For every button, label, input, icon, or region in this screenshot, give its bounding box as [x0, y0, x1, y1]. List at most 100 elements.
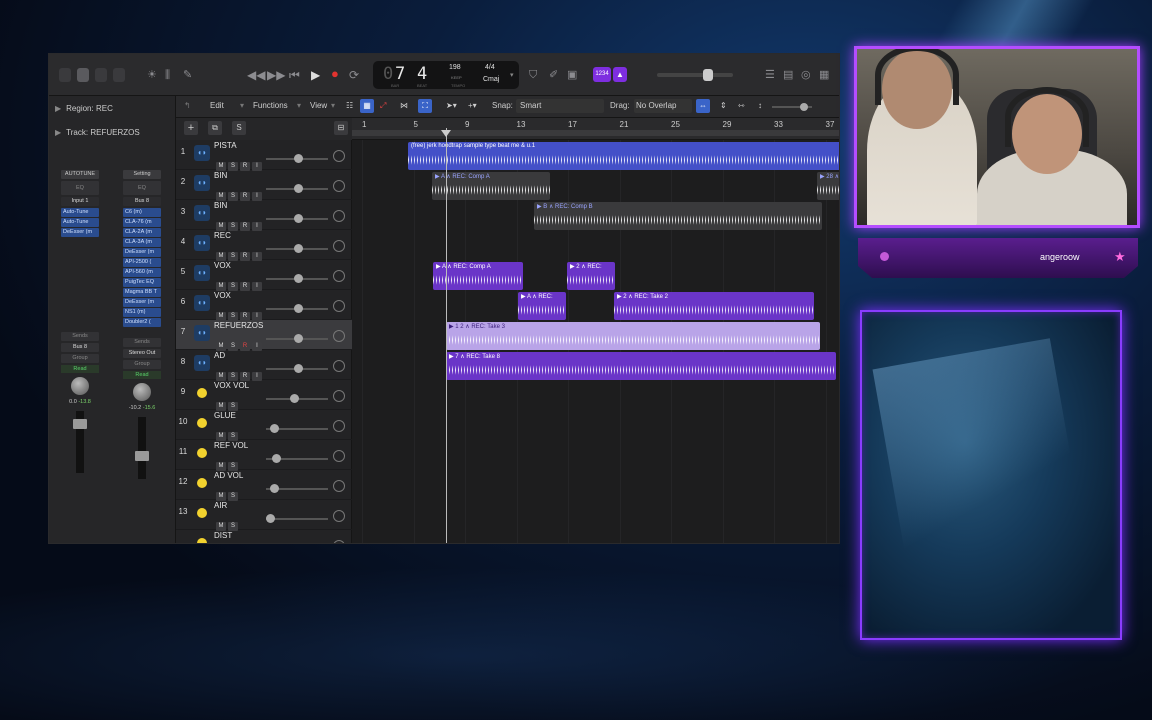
- track-name[interactable]: REC: [214, 231, 231, 240]
- track-volume-slider[interactable]: [266, 154, 328, 163]
- volume-slider-knob[interactable]: [294, 304, 303, 313]
- plugin-slot[interactable]: Auto-Tune: [61, 208, 99, 217]
- library-icon[interactable]: [59, 68, 71, 82]
- region-inspector-row[interactable]: ▶ Region: REC: [55, 104, 113, 113]
- strip-setting[interactable]: AUTOTUNE: [61, 170, 99, 179]
- audio-region[interactable]: ▶ 2 ∧ REC: Take 2: [614, 292, 814, 320]
- smart-controls-icon[interactable]: ☀: [147, 68, 157, 82]
- functions-menu[interactable]: Functions: [253, 101, 288, 110]
- strip-group[interactable]: Group: [123, 360, 161, 369]
- master-volume-knob[interactable]: [703, 69, 713, 81]
- track-volume-slider[interactable]: [266, 394, 328, 403]
- pan-knob[interactable]: [333, 300, 345, 312]
- track-volume-slider[interactable]: [266, 214, 328, 223]
- audio-region[interactable]: ▶ A ∧ REC:: [518, 292, 566, 320]
- track-name[interactable]: DIST: [214, 531, 232, 540]
- track-name[interactable]: REFUERZOS: [214, 321, 263, 330]
- plugin-slot[interactable]: CLA-76 (m: [123, 218, 161, 227]
- strip-group[interactable]: Group: [61, 354, 99, 363]
- track-name[interactable]: VOX: [214, 261, 231, 270]
- track-row[interactable]: 2 ◖◗ BIN M S R I: [176, 170, 352, 201]
- inspector-toggle-icon[interactable]: [77, 68, 89, 82]
- cycle-area[interactable]: [352, 130, 839, 136]
- master-volume-slider[interactable]: [657, 69, 733, 81]
- track-volume-slider[interactable]: [266, 454, 328, 463]
- audio-region[interactable]: ▶ A ∧ REC: Comp A: [432, 172, 550, 200]
- volume-slider-knob[interactable]: [294, 214, 303, 223]
- volume-slider-knob[interactable]: [294, 154, 303, 163]
- volume-slider-knob[interactable]: [270, 484, 279, 493]
- grid-view-icon[interactable]: ▦: [360, 99, 374, 113]
- catch-icon[interactable]: ☷: [346, 101, 353, 110]
- volume-fader[interactable]: [73, 411, 87, 473]
- play-icon[interactable]: ▶: [311, 68, 320, 82]
- horizontal-zoom-icon[interactable]: ⇿: [738, 101, 745, 110]
- pan-knob[interactable]: [71, 377, 89, 395]
- pan-knob[interactable]: [333, 270, 345, 282]
- strip-sends[interactable]: Sends: [61, 332, 99, 341]
- playhead-handle-icon[interactable]: [441, 130, 451, 137]
- strip-sends[interactable]: Sends: [123, 338, 161, 347]
- volume-slider-knob[interactable]: [272, 454, 281, 463]
- track-name[interactable]: AIR: [214, 501, 227, 510]
- track-row[interactable]: 1 ◖◗ PISTA M S R I: [176, 140, 352, 171]
- track-name[interactable]: BIN: [214, 201, 227, 210]
- zoom-arrows-icon[interactable]: ↕: [758, 101, 762, 110]
- volume-slider-knob[interactable]: [294, 184, 303, 193]
- timeline-ruler[interactable]: 1 5 9 13 17 21 25 29 33 37: [352, 118, 839, 140]
- mixer-icon[interactable]: ⫼: [165, 68, 170, 82]
- audio-region[interactable]: ▶ 1 2 ∧ REC: Take 3: [446, 322, 820, 350]
- volume-slider-knob[interactable]: [294, 364, 303, 373]
- waveform-zoom-icon[interactable]: ⇔: [696, 99, 710, 113]
- snap-select[interactable]: Smart: [516, 99, 604, 113]
- track-name[interactable]: PISTA: [214, 141, 237, 150]
- track-volume-slider[interactable]: [266, 364, 328, 373]
- plugin-slot[interactable]: Magma BB T: [123, 288, 161, 297]
- list-editors-icon[interactable]: ☰: [765, 68, 775, 82]
- pan-knob[interactable]: [333, 150, 345, 162]
- edit-menu[interactable]: Edit: [210, 101, 224, 110]
- audio-region[interactable]: ▶ 2 ∧ REC:: [567, 262, 615, 290]
- loop-browser-icon[interactable]: ◎: [801, 68, 811, 82]
- strip-input[interactable]: Input 1: [61, 197, 99, 206]
- record-icon[interactable]: ●: [331, 67, 339, 81]
- track-row[interactable]: 12 AD VOL M S: [176, 470, 352, 501]
- track-name[interactable]: REF VOL: [214, 441, 248, 450]
- lcd-dropdown-icon[interactable]: ▾: [510, 71, 514, 79]
- plugin-slot[interactable]: Doubler2 (: [123, 318, 161, 327]
- tuner-icon[interactable]: ✐: [549, 68, 558, 82]
- fader-cap[interactable]: [73, 419, 87, 429]
- zoom-slider[interactable]: [772, 103, 812, 111]
- strip-setting[interactable]: Setting: [123, 170, 161, 179]
- strip-automation[interactable]: Read: [61, 365, 99, 373]
- volume-slider-knob[interactable]: [294, 274, 303, 283]
- count-in-button[interactable]: 1234: [593, 67, 611, 82]
- add-track-button[interactable]: +: [184, 121, 198, 135]
- track-volume-slider[interactable]: [266, 304, 328, 313]
- track-row[interactable]: 11 REF VOL M S: [176, 440, 352, 471]
- volume-slider-knob[interactable]: [294, 244, 303, 253]
- track-volume-slider[interactable]: [266, 274, 328, 283]
- track-row[interactable]: 3 ◖◗ BIN M S R I: [176, 200, 352, 231]
- plugin-slot[interactable]: DeEsser (m: [123, 248, 161, 257]
- volume-slider-knob[interactable]: [294, 334, 303, 343]
- pan-knob[interactable]: [333, 480, 345, 492]
- track-name[interactable]: BIN: [214, 171, 227, 180]
- track-row[interactable]: 5 ◖◗ VOX M S R I: [176, 260, 352, 291]
- help-icon[interactable]: [95, 68, 107, 82]
- audio-region[interactable]: ▶ 28 ∧ REC: Take 2: [817, 172, 839, 200]
- volume-slider-knob[interactable]: [270, 424, 279, 433]
- track-name[interactable]: AD: [214, 351, 225, 360]
- vertical-zoom-icon[interactable]: ⇕: [720, 101, 727, 110]
- track-volume-slider[interactable]: [266, 334, 328, 343]
- volume-fader[interactable]: [135, 417, 149, 479]
- track-row[interactable]: 9 VOX VOL M S: [176, 380, 352, 411]
- track-row[interactable]: 4 ◖◗ REC M S R I: [176, 230, 352, 261]
- pointer-tool-icon[interactable]: ➤▾: [446, 101, 457, 110]
- pan-knob[interactable]: [133, 383, 151, 401]
- pan-knob[interactable]: [333, 360, 345, 372]
- global-solo-button[interactable]: S: [232, 121, 246, 135]
- replace-icon[interactable]: ⛉: [529, 68, 537, 82]
- strip-input[interactable]: Bus 8: [123, 197, 161, 206]
- track-name[interactable]: VOX VOL: [214, 381, 249, 390]
